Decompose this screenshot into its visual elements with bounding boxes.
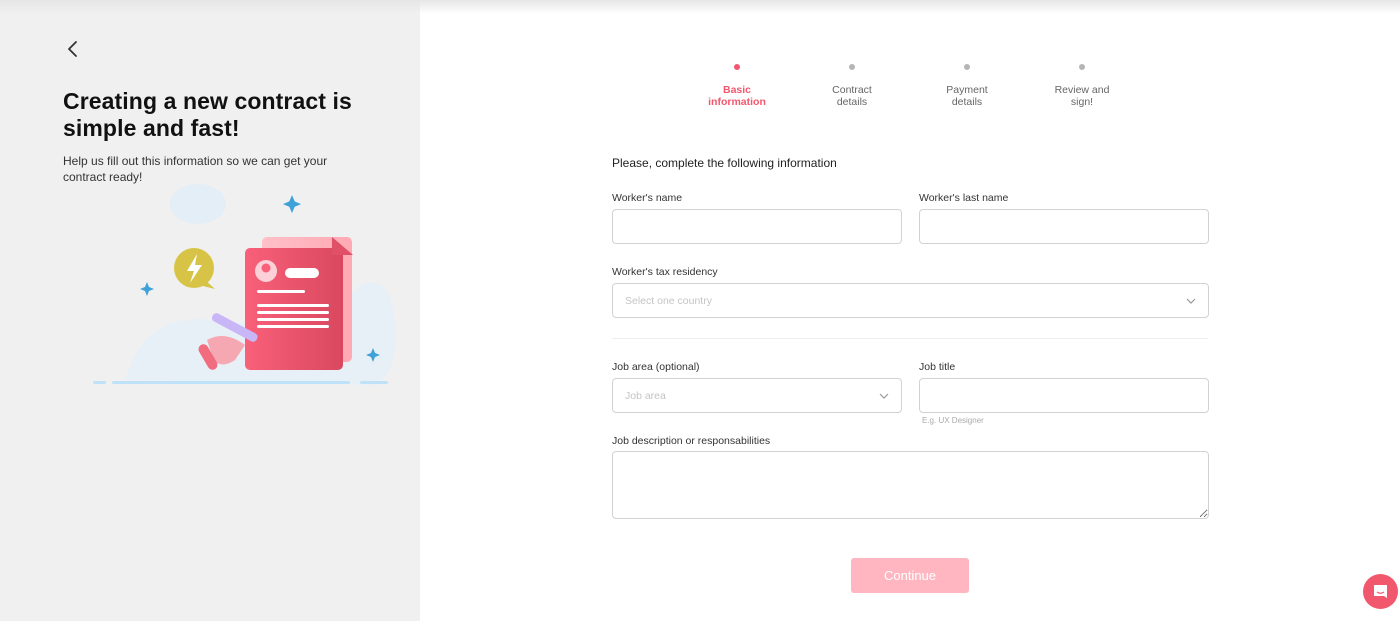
job-area-placeholder: Job area xyxy=(625,390,666,402)
section-divider xyxy=(612,338,1208,339)
form-heading: Please, complete the following informati… xyxy=(612,156,837,170)
step-dot xyxy=(849,64,855,70)
sidebar-panel: Creating a new contract is simple and fa… xyxy=(0,0,420,621)
contract-illustration xyxy=(93,184,396,385)
continue-button[interactable]: Continue xyxy=(851,558,969,593)
job-area-select[interactable]: Job area xyxy=(612,378,902,413)
step-label: Payment details xyxy=(946,84,988,108)
step-contract-details[interactable]: Contract details xyxy=(797,64,907,108)
step-dot xyxy=(734,64,740,70)
step-review-and-sign[interactable]: Review and sign! xyxy=(1027,64,1137,108)
first-name-input[interactable] xyxy=(612,209,902,244)
step-dot xyxy=(1079,64,1085,70)
job-title-input[interactable] xyxy=(919,378,1209,413)
step-label: Review and sign! xyxy=(1054,84,1110,108)
job-area-label: Job area (optional) xyxy=(612,361,700,373)
blob-shape xyxy=(170,184,226,224)
back-button[interactable] xyxy=(62,38,84,60)
tax-residency-label: Worker's tax residency xyxy=(612,266,718,278)
step-payment-details[interactable]: Payment details xyxy=(912,64,1022,108)
page-title: Creating a new contract is simple and fa… xyxy=(63,88,352,141)
last-name-label: Worker's last name xyxy=(919,192,1009,204)
tax-residency-select[interactable]: Select one country xyxy=(612,283,1209,318)
job-description-textarea[interactable] xyxy=(612,451,1209,519)
step-label: Contract details xyxy=(832,84,872,108)
first-name-label: Worker's name xyxy=(612,192,683,204)
step-label: Basic information xyxy=(708,84,766,108)
tax-residency-placeholder: Select one country xyxy=(625,295,712,307)
chevron-down-icon xyxy=(879,393,889,399)
sparkle-icon xyxy=(140,282,154,296)
step-basic-information[interactable]: Basic information xyxy=(682,64,792,108)
last-name-input[interactable] xyxy=(919,209,1209,244)
chevron-left-icon xyxy=(68,41,77,57)
job-title-hint: E.g. UX Designer xyxy=(922,416,984,425)
chevron-down-icon xyxy=(1186,298,1196,304)
job-description-label: Job description or responsabilities xyxy=(612,435,771,447)
chat-bubble-icon xyxy=(1374,585,1387,598)
job-title-label: Job title xyxy=(919,361,956,373)
chat-widget-button[interactable] xyxy=(1363,574,1398,609)
step-dot xyxy=(964,64,970,70)
sparkle-icon xyxy=(283,195,301,214)
